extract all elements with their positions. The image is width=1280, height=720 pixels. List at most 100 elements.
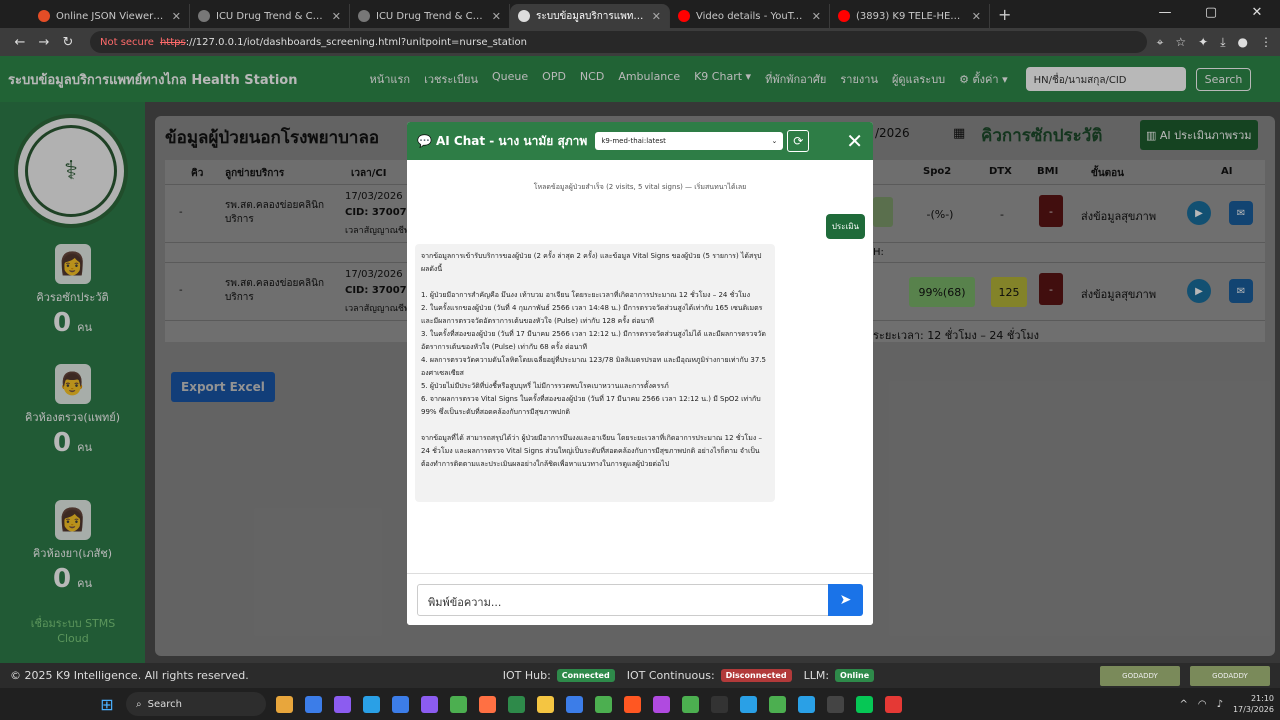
taskbar-apps — [276, 695, 902, 713]
taskbar-app-icon[interactable] — [537, 695, 554, 713]
url-text: ://127.0.0.1/iot/dashboards_screening.ht… — [185, 36, 527, 48]
modal-header: 💬 AI Chat - นาง นามัย สุภาพ k9-med-thai:… — [407, 122, 873, 160]
windows-start-icon[interactable]: ⊞ — [96, 693, 118, 715]
reload-icon[interactable]: ↻ — [56, 35, 80, 50]
taskbar-app-icon[interactable] — [363, 695, 380, 713]
taskbar-app-icon[interactable] — [711, 695, 728, 713]
browser-tab[interactable]: ICU Drug Trend & Critical Care ✕ — [190, 4, 350, 28]
refresh-icon[interactable]: ⟳ — [787, 130, 810, 152]
clock[interactable]: 21:10 17/3/2026 — [1233, 693, 1274, 715]
speaker-icon[interactable]: ♪ — [1217, 699, 1223, 710]
chat-messages[interactable]: โหลดข้อมูลผู้ป่วยสำเร็จ (2 visits, 5 vit… — [407, 160, 873, 573]
taskbar-app-icon[interactable] — [595, 695, 612, 713]
taskbar-app-icon[interactable] — [798, 695, 815, 713]
browser-tab[interactable]: Video details - YouTube Studio ✕ — [670, 4, 830, 28]
taskbar-app-icon[interactable] — [682, 695, 699, 713]
profile-icon[interactable]: ● — [1238, 35, 1248, 50]
status-bar: © 2025 K9 Intelligence. All rights reser… — [0, 663, 1280, 688]
godaddy-badge[interactable]: GODADDY — [1100, 665, 1180, 686]
tab-title: Video details - YouTube Studio — [696, 10, 806, 22]
chat-input-bar: พิมพ์ข้อความ... ➤ — [407, 573, 873, 625]
search-icon: ⌕ — [136, 698, 142, 710]
ai-message-line: 1. ผู้ป่วยมีอาการสำคัญคือ มึนงง เท้าบวม … — [421, 291, 751, 299]
modal-title: AI Chat - นาง นามัย สุภาพ — [435, 133, 588, 148]
model-select[interactable]: k9-med-thai:latest ⌄ — [595, 132, 784, 150]
ai-message-line: จากข้อมูลที่ได้ สามารถสรุปได้ว่า ผู้ป่วย… — [421, 434, 762, 468]
taskbar-app-icon[interactable] — [479, 695, 496, 713]
new-tab-icon[interactable]: + — [998, 5, 1011, 24]
taskbar-app-icon[interactable] — [653, 695, 670, 713]
chat-input[interactable]: พิมพ์ข้อความ... — [417, 584, 829, 616]
tab-favicon-icon — [198, 10, 210, 22]
verified-badges: GODADDY GODADDY — [1100, 665, 1270, 686]
menu-dots-icon[interactable]: ⋮ — [1260, 35, 1272, 50]
forward-icon[interactable]: → — [32, 35, 56, 50]
chat-bubble-icon: 💬 — [417, 134, 432, 148]
taskbar-app-icon[interactable] — [450, 695, 467, 713]
download-icon[interactable]: ⤓ — [1220, 35, 1225, 50]
tab-favicon-icon — [678, 10, 690, 22]
windows-taskbar: ⊞ ⌕ Search ^ ◠ ♪ 21:10 17/3/2026 — [0, 688, 1280, 720]
wifi-icon[interactable]: ◠ — [1198, 699, 1207, 710]
tab-close-icon[interactable]: ✕ — [172, 10, 181, 23]
taskbar-app-icon[interactable] — [392, 695, 409, 713]
browser-tab[interactable]: ระบบข้อมูลบริการแพทย์ทางไกล Health Stati… — [510, 4, 670, 28]
taskbar-app-icon[interactable] — [566, 695, 583, 713]
url-field[interactable]: Not secure https ://127.0.0.1/iot/dashbo… — [90, 31, 1147, 53]
chevron-up-icon[interactable]: ^ — [1179, 699, 1187, 710]
tab-title: Online JSON Viewer and Forma — [56, 10, 166, 22]
taskbar-app-icon[interactable] — [827, 695, 844, 713]
chevron-down-icon: ⌄ — [771, 137, 778, 145]
taskbar-app-icon[interactable] — [421, 695, 438, 713]
bookmark-star-icon[interactable]: ☆ — [1175, 35, 1186, 50]
taskbar-app-icon[interactable] — [276, 695, 293, 713]
tab-list: Online JSON Viewer and Forma✕ICU Drug Tr… — [30, 0, 990, 28]
taskbar-search[interactable]: ⌕ Search — [126, 692, 266, 716]
location-icon[interactable]: ⌖ — [1157, 35, 1164, 50]
tab-close-icon[interactable]: ✕ — [492, 10, 501, 23]
iot-hub-label: IOT Hub: — [502, 669, 551, 682]
back-icon[interactable]: ← — [8, 35, 32, 50]
taskbar-app-icon[interactable] — [885, 695, 902, 713]
tab-close-icon[interactable]: ✕ — [972, 10, 981, 23]
browser-tabstrip: Online JSON Viewer and Forma✕ICU Drug Tr… — [0, 0, 1280, 28]
ai-message-line: จากข้อมูลการเข้ารับบริการของผู้ป่วย (2 ค… — [421, 252, 762, 273]
taskbar-app-icon[interactable] — [334, 695, 351, 713]
iot-continuous-label: IOT Continuous: — [626, 669, 715, 682]
tab-close-icon[interactable]: ✕ — [812, 10, 821, 23]
taskbar-app-icon[interactable] — [769, 695, 786, 713]
tab-favicon-icon — [38, 10, 50, 22]
taskbar-app-icon[interactable] — [624, 695, 641, 713]
llm-label: LLM: — [803, 669, 830, 682]
minimize-icon[interactable]: — — [1142, 0, 1188, 28]
extension-icon[interactable]: ✦ — [1198, 35, 1208, 50]
close-icon[interactable]: ✕ — [846, 129, 863, 153]
browser-tab[interactable]: ICU Drug Trend & Critical Care ✕ — [350, 4, 510, 28]
taskbar-search-label: Search — [147, 698, 182, 710]
copyright: © 2025 K9 Intelligence. All rights reser… — [10, 669, 249, 682]
tab-favicon-icon — [838, 10, 850, 22]
ai-message: จากข้อมูลการเข้ารับบริการของผู้ป่วย (2 ค… — [415, 244, 775, 502]
tab-title: (3893) K9 TELE-HEALTH AI Ver — [856, 10, 966, 22]
clock-time: 21:10 — [1250, 694, 1274, 703]
address-bar: ← → ↻ Not secure https ://127.0.0.1/iot/… — [0, 28, 1280, 56]
not-secure-badge[interactable]: Not secure — [100, 37, 154, 48]
godaddy-badge[interactable]: GODADDY — [1190, 665, 1270, 686]
taskbar-app-icon[interactable] — [856, 695, 873, 713]
browser-tab[interactable]: (3893) K9 TELE-HEALTH AI Ver ✕ — [830, 4, 990, 28]
window-controls: — ▢ ✕ — [1142, 0, 1280, 28]
taskbar-app-icon[interactable] — [305, 695, 322, 713]
tab-close-icon[interactable]: ✕ — [332, 10, 341, 23]
browser-tab[interactable]: Online JSON Viewer and Forma ✕ — [30, 4, 190, 28]
system-message: โหลดข้อมูลผู้ป่วยสำเร็จ (2 visits, 5 vit… — [533, 183, 747, 191]
ai-message-line: 4. ผลการตรวจวัดความดันโลหิตโดยเฉลี่ยอยู่… — [421, 356, 766, 377]
tab-close-icon[interactable]: ✕ — [652, 10, 661, 23]
iot-continuous-badge: Disconnected — [720, 669, 792, 682]
clock-date: 17/3/2026 — [1232, 705, 1274, 714]
maximize-icon[interactable]: ▢ — [1188, 0, 1234, 28]
taskbar-app-icon[interactable] — [508, 695, 525, 713]
ai-message-line: 3. ในครั้งที่สองของผู้ป่วย (วันที่ 17 มี… — [421, 330, 766, 351]
close-window-icon[interactable]: ✕ — [1234, 0, 1280, 28]
taskbar-app-icon[interactable] — [740, 695, 757, 713]
send-icon[interactable]: ➤ — [828, 584, 863, 616]
